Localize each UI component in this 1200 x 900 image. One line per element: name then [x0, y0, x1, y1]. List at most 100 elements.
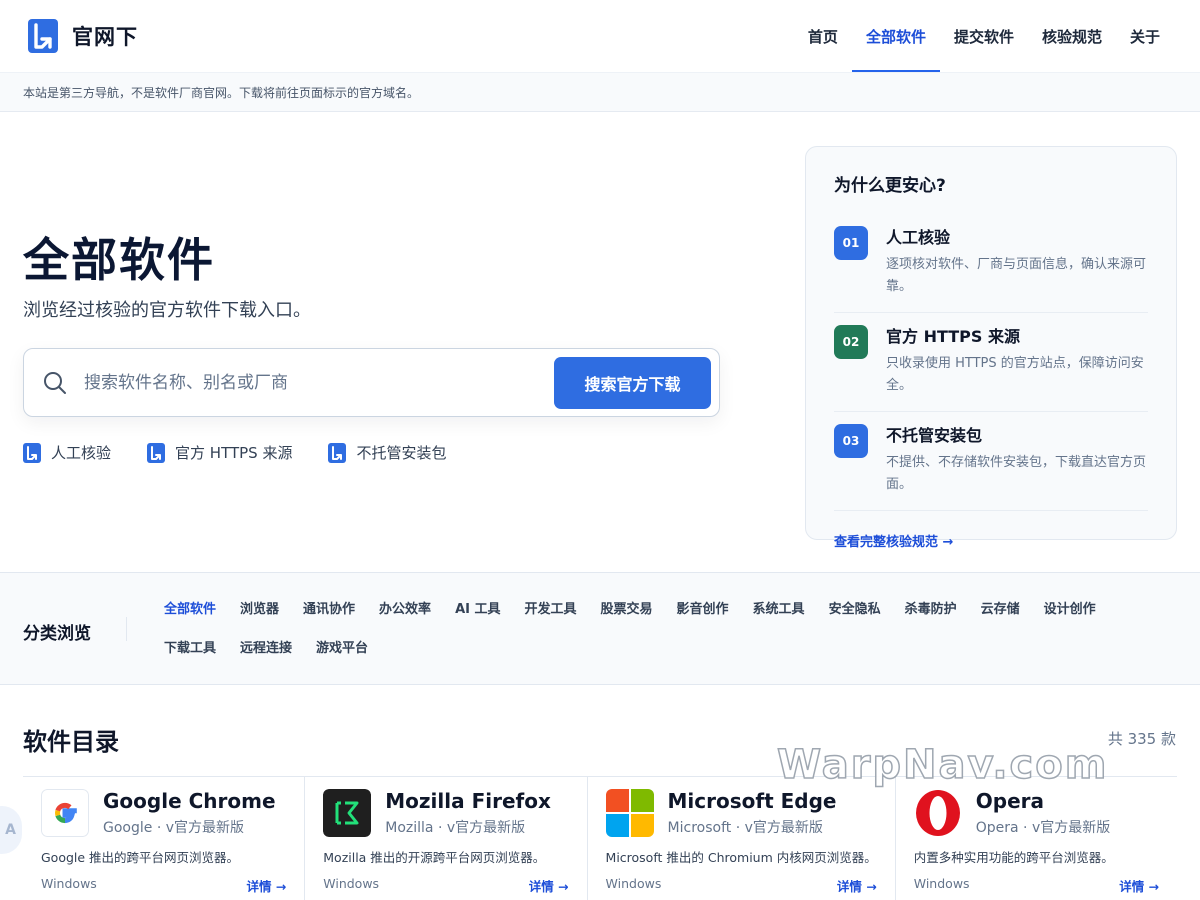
- top-header: 官网下 首页 全部软件 提交软件 核验规范 关于: [0, 0, 1200, 72]
- app-name: Google Chrome: [103, 789, 276, 813]
- app-platform: Windows: [323, 876, 380, 891]
- details-link[interactable]: 详情 →: [529, 876, 569, 895]
- page-title: 全部软件: [23, 233, 215, 287]
- app-name: Microsoft Edge: [667, 789, 837, 813]
- verified-badge-icon: [147, 442, 166, 463]
- app-meta: Microsoft · v官方最新版: [667, 820, 823, 836]
- catalog-title: 软件目录: [23, 728, 119, 756]
- app-description: Microsoft 推出的 Chromium 内核网页浏览器。: [605, 850, 877, 865]
- app-version: v官方最新版: [744, 820, 823, 836]
- category-design[interactable]: 设计创作: [1044, 600, 1096, 620]
- category-security-privacy[interactable]: 安全隐私: [829, 600, 881, 620]
- feature-label: 官方 HTTPS 来源: [175, 444, 293, 462]
- nav-all-software[interactable]: 全部软件: [851, 0, 940, 72]
- feature-label: 不托管安装包: [356, 444, 447, 462]
- why-item: 01 人工核验 逐项核对软件、厂商与页面信息，确认来源可靠。: [834, 214, 1148, 313]
- app-vendor: Google: [103, 820, 153, 836]
- page-subtitle: 浏览经过核验的官方软件下载入口。: [23, 300, 311, 321]
- search-input[interactable]: [84, 372, 554, 393]
- software-card[interactable]: Google Chrome Google · v官方最新版 Google 推出的…: [23, 777, 306, 900]
- app-version: v官方最新版: [1031, 820, 1111, 836]
- software-card[interactable]: Opera Opera · v官方最新版 内置多种实用功能的跨平台浏览器。 Wi…: [896, 777, 1177, 900]
- brand[interactable]: 官网下: [28, 19, 138, 53]
- full-rules-link[interactable]: 查看完整核验规范 →: [834, 531, 953, 550]
- why-item-desc: 只收录使用 HTTPS 的官方站点，保障访问安全。: [886, 356, 1144, 393]
- app-platform: Windows: [605, 876, 662, 891]
- why-item-title: 官方 HTTPS 来源: [886, 327, 1020, 346]
- feature-list: 人工核验 官方 HTTPS 来源 不托管安装包: [23, 442, 446, 463]
- nav-verification-rules[interactable]: 核验规范: [1028, 0, 1116, 72]
- category-download-tools[interactable]: 下载工具: [164, 639, 216, 659]
- verified-badge-icon: [328, 442, 347, 463]
- app-description: Google 推出的跨平台网页浏览器。: [41, 850, 240, 865]
- app-platform: Windows: [913, 876, 970, 891]
- category-all-software[interactable]: 全部软件: [164, 600, 216, 620]
- why-card-title: 为什么更安心?: [834, 176, 946, 196]
- software-card[interactable]: Mozilla Firefox Mozilla · v官方最新版 Mozilla…: [305, 777, 588, 900]
- software-card[interactable]: Microsoft Edge Microsoft · v官方最新版 Micros…: [588, 777, 896, 900]
- category-communication[interactable]: 通讯协作: [303, 600, 355, 620]
- category-label: 分类浏览: [23, 624, 91, 644]
- app-vendor: Microsoft: [667, 820, 732, 836]
- step-number-badge: 02: [834, 325, 868, 359]
- main-nav: 首页 全部软件 提交软件 核验规范 关于: [794, 0, 1174, 72]
- category-system-tools[interactable]: 系统工具: [753, 600, 805, 620]
- brand-name: 官网下: [72, 25, 138, 49]
- verified-badge-icon: [23, 442, 41, 463]
- details-link[interactable]: 详情 →: [246, 876, 286, 895]
- hero-section: 全部软件 浏览经过核验的官方软件下载入口。 搜索官方下载 人工核验 官方 HTT…: [0, 112, 1200, 572]
- google-chrome-logo-icon: [41, 789, 89, 837]
- category-cloud-storage[interactable]: 云存储: [981, 600, 1020, 620]
- why-safe-card: 为什么更安心? 01 人工核验 逐项核对软件、厂商与页面信息，确认来源可靠。 0…: [805, 146, 1177, 550]
- software-card-grid: Google Chrome Google · v官方最新版 Google 推出的…: [23, 776, 1177, 900]
- nav-submit-software[interactable]: 提交软件: [940, 0, 1028, 72]
- category-office[interactable]: 办公效率: [379, 600, 431, 620]
- nav-home[interactable]: 首页: [794, 0, 852, 72]
- why-item-desc: 不提供、不存储软件安装包，下载直达官方页面。: [886, 455, 1147, 492]
- mozilla-firefox-logo-icon: [323, 789, 372, 837]
- microsoft-edge-logo-icon: [605, 789, 654, 837]
- app-platform: Windows: [41, 876, 97, 891]
- catalog-count: 共 335 款: [1107, 730, 1176, 748]
- feature-label: 人工核验: [51, 444, 112, 462]
- watermark: WarpNav.com: [776, 741, 1109, 789]
- feature-item: 人工核验: [23, 442, 111, 463]
- app-meta: Opera · v官方最新版: [975, 820, 1111, 836]
- side-floating-tab[interactable]: A: [0, 806, 22, 854]
- app-description: 内置多种实用功能的跨平台浏览器。: [913, 850, 1114, 865]
- category-dev-tools[interactable]: 开发工具: [525, 600, 577, 620]
- app-vendor: Opera: [975, 820, 1019, 836]
- app-description: Mozilla 推出的开源跨平台网页浏览器。: [323, 850, 546, 865]
- step-number-badge: 01: [834, 226, 868, 260]
- search-box: 搜索官方下载: [23, 348, 720, 417]
- app-name: Mozilla Firefox: [385, 789, 551, 813]
- step-number-badge: 03: [834, 424, 868, 458]
- divider: [126, 617, 127, 641]
- app-vendor: Mozilla: [385, 820, 434, 836]
- why-item-title: 人工核验: [886, 228, 951, 247]
- category-bar: 分类浏览 全部软件 浏览器 通讯协作 办公效率 AI 工具 开发工具 股票交易 …: [0, 572, 1200, 685]
- disclaimer-notice: 本站是第三方导航，不是软件厂商官网。下载将前往页面标示的官方域名。: [0, 72, 1200, 112]
- feature-item: 官方 HTTPS 来源: [147, 442, 292, 463]
- category-antivirus[interactable]: 杀毒防护: [905, 600, 957, 620]
- app-version: v官方最新版: [446, 820, 526, 836]
- logo-icon: [28, 19, 58, 53]
- details-link[interactable]: 详情 →: [1119, 876, 1159, 895]
- category-list: 全部软件 浏览器 通讯协作 办公效率 AI 工具 开发工具 股票交易 影音创作 …: [164, 600, 1164, 659]
- app-meta: Mozilla · v官方最新版: [385, 820, 526, 836]
- why-item-title: 不托管安装包: [886, 426, 983, 445]
- category-game-platforms[interactable]: 游戏平台: [316, 639, 368, 659]
- why-item: 02 官方 HTTPS 来源 只收录使用 HTTPS 的官方站点，保障访问安全。: [834, 313, 1148, 412]
- app-name: Opera: [975, 789, 1044, 813]
- details-link[interactable]: 详情 →: [837, 876, 877, 895]
- category-remote-connection[interactable]: 远程连接: [240, 639, 292, 659]
- app-version: v官方最新版: [165, 820, 245, 836]
- category-browsers[interactable]: 浏览器: [240, 600, 279, 620]
- nav-about[interactable]: 关于: [1116, 0, 1174, 72]
- category-stock-trading[interactable]: 股票交易: [601, 600, 653, 620]
- search-button[interactable]: 搜索官方下载: [554, 356, 711, 409]
- category-media-creation[interactable]: 影音创作: [677, 600, 729, 620]
- category-ai-tools[interactable]: AI 工具: [455, 600, 500, 620]
- app-meta: Google · v官方最新版: [103, 820, 245, 836]
- why-item: 03 不托管安装包 不提供、不存储软件安装包，下载直达官方页面。: [834, 412, 1148, 511]
